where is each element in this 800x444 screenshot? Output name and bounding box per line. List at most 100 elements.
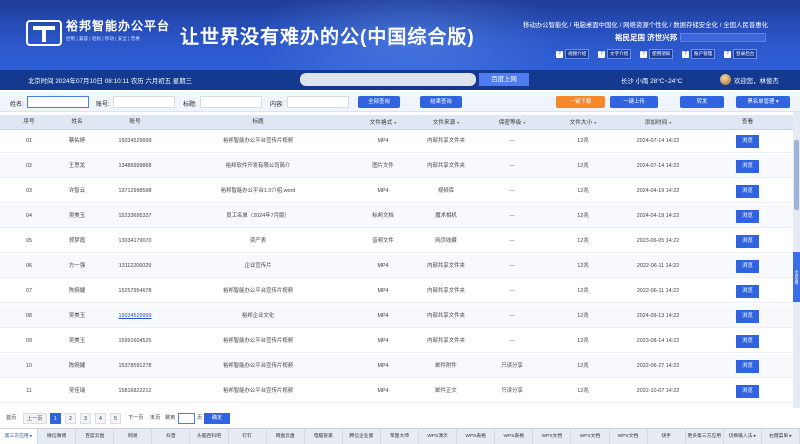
taskbar-item[interactable]: 网易 — [114, 429, 153, 444]
datetime-display: 北京时间 2024年07月10日 08:10:11 农历 六月初五 星期三 — [28, 78, 192, 85]
taskbar-item[interactable]: 抖音 — [152, 429, 191, 444]
taskbar-item[interactable]: 草图大师 — [381, 429, 420, 444]
logo-icon — [26, 20, 62, 46]
table-row[interactable]: 10 陈婉婕 15378591278 裕邦智能办公平台宣传片视频 MP4 邮件附件 只读分享… — [0, 355, 793, 378]
load-all-tab[interactable]: 全部加载 — [793, 252, 800, 302]
prev-page-button[interactable]: 上一页 — [23, 413, 47, 424]
taskbar-item[interactable]: 切换输入法 ▸ — [724, 429, 762, 444]
goto-page-input[interactable] — [178, 413, 195, 424]
cell-format: MP4 — [377, 263, 389, 269]
last-page-link[interactable]: 末页 — [150, 414, 160, 423]
header-source[interactable]: 文件来源 ▾ — [418, 115, 474, 130]
cell-index: 04 — [26, 213, 32, 219]
header-format[interactable]: 文件格式 ▾ — [358, 115, 408, 130]
goto-confirm-button[interactable]: 确定 — [204, 413, 230, 424]
cell-index: 07 — [26, 288, 32, 294]
page-5[interactable]: 5 — [110, 413, 121, 424]
cell-format: MP4 — [377, 313, 389, 319]
taskbar-item[interactable]: WPS表格 — [457, 429, 496, 444]
view-button[interactable]: 浏览 — [736, 335, 759, 348]
download-all-button[interactable]: 一键下载 — [556, 96, 605, 108]
usage-notice-button[interactable]: ? 使用須知 — [640, 49, 674, 59]
view-button[interactable]: 浏览 — [736, 235, 759, 248]
chevron-down-icon: ▾ — [594, 120, 597, 125]
header-added-time[interactable]: 添加时间 ▾ — [620, 115, 696, 130]
taskbar-item[interactable]: 第三方应用 ▸ — [0, 429, 39, 444]
taskbar-item[interactable]: 电脑管家 — [305, 429, 343, 444]
vertical-scrollbar[interactable]: 全部加载 — [793, 112, 800, 408]
title-label: 标题: — [183, 102, 197, 108]
view-button[interactable]: 浏览 — [736, 360, 759, 373]
header-title: 标题 — [252, 119, 264, 125]
page-2[interactable]: 2 — [65, 413, 76, 424]
header-size[interactable]: 文件大小 ▾ — [556, 115, 610, 130]
taskbar-item[interactable]: WPS文档 — [610, 429, 648, 444]
taskbar-item[interactable]: 钉钉 — [229, 429, 267, 444]
table-row[interactable]: 02 王思龙 13486999868 裕邦软件开发有限公司简介 图片文件 内部共享文件夹 -… — [0, 155, 793, 178]
table-row[interactable]: 11 吴佳瑞 15816822212 裕邦智能办公平台宣传片视频 MP4 邮件正文 只读分享… — [0, 380, 793, 403]
table-row[interactable]: 05 郑梦霞 13034179070 资产表 音频文件 网页收藏 --- 12兆 2023-06… — [0, 230, 793, 253]
header-secrecy[interactable]: 保密等级 ▾ — [484, 115, 540, 130]
page-1[interactable]: 1 — [50, 413, 61, 424]
cell-added-time: 2022-06-27 14:22 — [636, 363, 680, 369]
taskbar-item[interactable]: 头脑百科吧 — [190, 429, 229, 444]
taskbar-item[interactable]: 更多第三方应用 — [686, 429, 724, 444]
table-row[interactable]: 03 许智云 13712998598 裕邦智能办公平台1.0介绍.word MP4 视频库… — [0, 180, 793, 203]
title-input[interactable] — [200, 96, 262, 108]
view-button[interactable]: 浏览 — [736, 310, 759, 323]
taskbar-item[interactable]: 微信微博 — [38, 429, 77, 444]
cell-size: 12兆 — [577, 388, 589, 394]
text-intro-button[interactable]: ? 文字介绍 — [598, 49, 632, 59]
view-button[interactable]: 浏览 — [736, 160, 759, 173]
table-row[interactable]: 04 吴美玉 15233695337 员工名单（2024年7月版） 标邦文档 魔术相机 --… — [0, 205, 793, 228]
scrollbar-thumb[interactable] — [794, 140, 799, 210]
cell-format: MP4 — [377, 288, 389, 294]
header-name: 姓名 — [71, 119, 83, 125]
table-row[interactable]: 01 蔡佑婷 15034529999 裕邦智能办公平台宣传片视频 MP4 内部共享文件夹 -… — [0, 130, 793, 153]
view-button[interactable]: 浏览 — [736, 210, 759, 223]
taskbar-item[interactable]: WPS文档 — [571, 429, 610, 444]
forward-button[interactable]: 转发 — [680, 96, 724, 108]
query-all-button[interactable]: 全部查询 — [358, 96, 400, 108]
first-page-link[interactable]: 首页 — [6, 414, 16, 423]
page-4[interactable]: 4 — [95, 413, 106, 424]
page-3[interactable]: 3 — [80, 413, 91, 424]
web-search-input[interactable] — [300, 73, 476, 86]
taskbar-item[interactable]: WPS演示 — [419, 429, 458, 444]
table-row[interactable]: 08 吴美玉 15034529999 裕邦企业文化 MP4 内部共享文件夹 --- 12兆 20… — [0, 305, 793, 328]
taskbar-item[interactable]: 网盘云盘 — [267, 429, 305, 444]
cell-account[interactable]: 15034529999 — [114, 305, 156, 328]
upload-all-button[interactable]: 一键上传 — [610, 96, 658, 108]
place-field[interactable] — [680, 33, 766, 42]
taskbar-item[interactable]: 腾信企业版 — [343, 429, 381, 444]
account-manage-button[interactable]: ? 账户管理 — [682, 49, 716, 59]
view-button[interactable]: 浏览 — [736, 185, 759, 198]
blacklist-manage-button[interactable]: 黑名单管理 ▾ — [736, 96, 790, 108]
name-input[interactable] — [27, 96, 89, 108]
next-page-link[interactable]: 下一页 — [128, 414, 144, 423]
table-row[interactable]: 09 吴美玉 15991604525 裕邦智能办公平台宣传片视频 MP4 内部共享文件夹 -… — [0, 330, 793, 353]
taskbar-item[interactable]: WPS表格 — [495, 429, 534, 444]
view-button[interactable]: 浏览 — [736, 260, 759, 273]
taskbar-item[interactable]: WPS文档 — [533, 429, 572, 444]
taskbar-item[interactable]: 快手 — [648, 429, 686, 444]
avatar[interactable] — [720, 74, 731, 85]
app-taskbar: 第三方应用 ▸ 微信微博 百度云盘 网易 抖音 头脑百科吧 钉钉 网盘云盘 电脑管家 腾信企业版草… — [0, 428, 800, 444]
taskbar-item[interactable]: 右键菜单 ▸ — [762, 429, 800, 444]
table-row[interactable]: 07 陈婉婕 15257954678 裕邦智能办公平台宣传片视频 MP4 内部共享文件夹 -… — [0, 280, 793, 303]
table-row[interactable]: 06 方一强 13112206029 企业宣传片 MP4 内部共享文件夹 --- 12兆 202… — [0, 255, 793, 278]
taskbar-item[interactable]: 百度云盘 — [76, 429, 115, 444]
query-result-button[interactable]: 结果查询 — [420, 96, 462, 108]
account-input[interactable] — [113, 96, 175, 108]
baidu-search-button[interactable]: 百度上网 — [479, 73, 529, 86]
video-intro-button[interactable]: ? 视频介绍 — [556, 49, 590, 59]
content-input[interactable] — [287, 96, 349, 108]
admin-login-button[interactable]: ? 登录后台 — [724, 49, 758, 59]
view-button[interactable]: 浏览 — [736, 385, 759, 398]
cell-added-time: 2024-04-19 14:22 — [636, 188, 680, 194]
cell-index: 06 — [26, 263, 32, 269]
view-button[interactable]: 浏览 — [736, 135, 759, 148]
help-icon: ? — [556, 50, 563, 58]
view-button[interactable]: 浏览 — [736, 285, 759, 298]
cell-size: 12兆 — [577, 288, 589, 294]
